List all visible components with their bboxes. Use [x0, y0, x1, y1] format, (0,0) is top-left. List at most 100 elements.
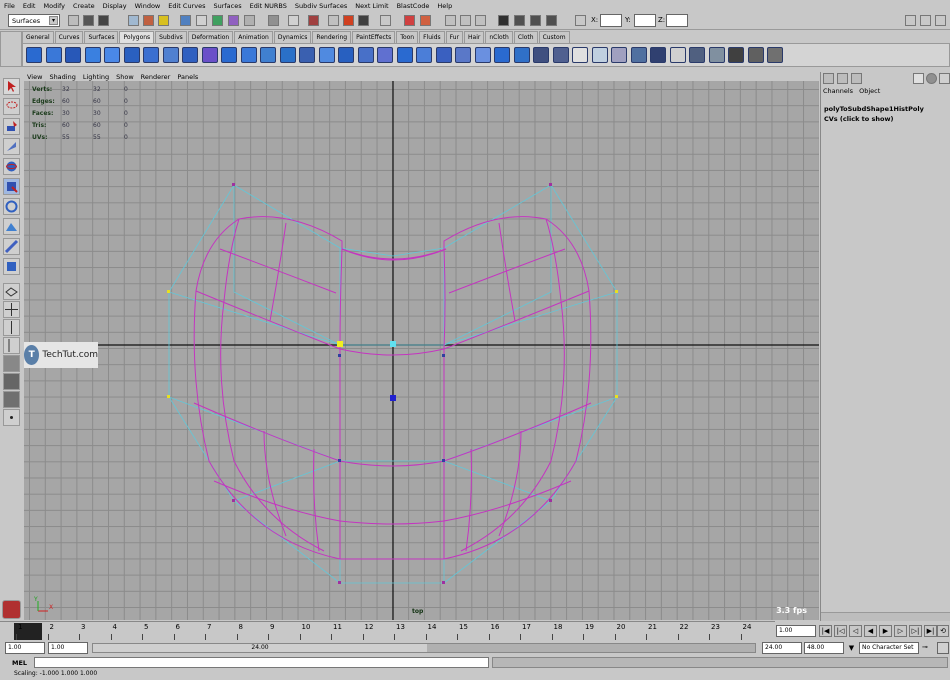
step-forward-key-icon[interactable]: ▷|	[909, 625, 922, 637]
step-forward-frame-icon[interactable]: ▷	[894, 625, 907, 637]
panel-menu-view[interactable]: View	[27, 73, 42, 81]
transform-icon[interactable]	[575, 15, 586, 26]
layer-editor-icon[interactable]	[837, 73, 848, 84]
node-name[interactable]: polyToSubdShape1HistPoly	[824, 104, 950, 114]
persp-outliner-layout-icon[interactable]	[3, 337, 20, 354]
shelf-tab-dynamics[interactable]: Dynamics	[273, 31, 312, 43]
channel-box-scrollbar[interactable]	[821, 612, 950, 621]
extrude-icon[interactable]	[767, 47, 783, 63]
merge-vertex-icon[interactable]	[650, 47, 666, 63]
shelf-tab-surfaces[interactable]: Surfaces	[84, 31, 119, 43]
layout-two-icon[interactable]	[514, 15, 525, 26]
graph-editor-layout-icon[interactable]	[3, 355, 20, 372]
layout-options-icon[interactable]	[3, 409, 20, 426]
menu-edit-curves[interactable]: Edit Curves	[168, 2, 205, 10]
attribute-editor-icon[interactable]	[445, 15, 456, 26]
select-tool-icon[interactable]	[3, 78, 20, 95]
mel-label[interactable]: MEL	[12, 659, 27, 667]
select-object-icon[interactable]	[143, 15, 154, 26]
loop-icon[interactable]: ⟲	[937, 625, 949, 637]
list-icon[interactable]	[851, 73, 862, 84]
anim-layer-icon[interactable]	[939, 73, 950, 84]
poly-helix-icon[interactable]	[201, 47, 218, 63]
poly-cylinder-icon[interactable]	[65, 47, 81, 63]
shelf-tab-painteffects[interactable]: PaintEffects	[352, 31, 396, 43]
scale-tool-icon[interactable]	[3, 178, 20, 195]
panel-menu-show[interactable]: Show	[116, 73, 134, 81]
top-viewport[interactable]: Verts: 32 32 0 Edges: 60 60 0 Faces: 30 30 0 Tris: 60…	[24, 81, 819, 620]
poly-cube-icon[interactable]	[45, 47, 62, 63]
mel-input[interactable]	[34, 657, 489, 668]
menu-create[interactable]: Create	[73, 2, 95, 10]
show-manip-tool-icon[interactable]	[3, 238, 20, 255]
menu-set-select[interactable]: Surfaces ▾	[8, 14, 60, 27]
playback-end-field[interactable]: 24.00	[762, 642, 802, 654]
time-slider[interactable]: 1 2 3 4 5 6 7 8 9 10 11 12 13 14 15 16 17 18 19 20 21 22 23 24	[0, 621, 775, 640]
object-menu[interactable]: Object	[859, 87, 880, 95]
y-field[interactable]	[634, 14, 656, 27]
universal-manip-icon[interactable]	[3, 198, 20, 215]
animation-start-field[interactable]: 1.00	[5, 642, 45, 654]
separate-icon[interactable]	[279, 47, 296, 63]
shelf-tab-cloth[interactable]: Cloth	[513, 31, 538, 43]
poly-prism-icon[interactable]	[143, 47, 159, 63]
flip-triangle-icon[interactable]	[513, 47, 530, 63]
shelf-tab-custom[interactable]: Custom	[538, 31, 570, 43]
menu-edit[interactable]: Edit	[23, 2, 36, 10]
channel-box-icon[interactable]	[823, 73, 834, 84]
menu-window[interactable]: Window	[135, 2, 161, 10]
layout-persp-icon[interactable]	[546, 15, 557, 26]
menu-surfaces[interactable]: Surfaces	[213, 2, 241, 10]
new-scene-icon[interactable]	[68, 15, 79, 26]
snap-point-icon[interactable]	[212, 15, 223, 26]
menu-file[interactable]: File	[4, 2, 15, 10]
snap-grid-icon[interactable]	[180, 15, 191, 26]
lasso-tool-icon[interactable]	[3, 98, 20, 115]
combine-icon[interactable]	[260, 47, 276, 63]
wedge-face-icon[interactable]	[572, 47, 588, 63]
panel-menu-renderer[interactable]: Renderer	[141, 73, 171, 81]
shelf-tab-toon[interactable]: Toon	[396, 31, 419, 43]
smooth-icon[interactable]	[338, 47, 354, 63]
render-icon[interactable]	[328, 15, 339, 26]
cvs-link[interactable]: CVs (click to show)	[824, 114, 950, 124]
booleans-icon[interactable]	[318, 47, 335, 63]
single-perspective-layout-icon[interactable]	[3, 283, 20, 300]
move-tool-icon[interactable]	[3, 138, 20, 155]
connect-components-icon[interactable]	[611, 47, 627, 63]
outliner-layout-icon[interactable]	[3, 391, 20, 408]
show-hide-attr-icon[interactable]	[905, 15, 916, 26]
auto-key-icon[interactable]: ⊸	[922, 643, 934, 654]
snap-view-plane-icon[interactable]	[228, 15, 239, 26]
add-divisions-icon[interactable]	[474, 47, 491, 63]
go-to-start-icon[interactable]: |◀	[819, 625, 832, 637]
shelf-tab-rendering[interactable]: Rendering	[312, 31, 352, 43]
range-handle[interactable]: 24.00	[93, 644, 427, 652]
step-back-key-icon[interactable]: |◁	[834, 625, 847, 637]
shelf-tab-animation[interactable]: Animation	[234, 31, 273, 43]
poly-pipe-icon[interactable]	[182, 47, 198, 63]
cut-faces-icon[interactable]	[396, 47, 413, 63]
duplicate-face-icon[interactable]	[591, 47, 608, 63]
snap-curve-icon[interactable]	[196, 15, 207, 26]
paint-select-tool-icon[interactable]	[3, 118, 20, 135]
preferences-icon[interactable]	[937, 642, 949, 654]
panel-menu-panels[interactable]: Panels	[177, 73, 198, 81]
channel-box-toggle-icon[interactable]	[475, 15, 486, 26]
average-vertices-icon[interactable]	[357, 47, 374, 63]
play-backward-icon[interactable]: ◀	[864, 625, 877, 637]
playback-start-field[interactable]: 1.00	[48, 642, 88, 654]
attr-icon[interactable]	[913, 73, 924, 84]
menu-edit-nurbs[interactable]: Edit NURBS	[250, 2, 287, 10]
current-frame-field[interactable]: 1.00	[776, 625, 816, 637]
channels-menu[interactable]: Channels	[823, 87, 853, 95]
poly-torus-icon[interactable]	[123, 47, 140, 63]
shelf-tab-general[interactable]: General	[22, 31, 54, 43]
shelf-tab-curves[interactable]: Curves	[54, 31, 84, 43]
range-track[interactable]: 24.00	[92, 643, 756, 653]
chamfer-icon[interactable]	[708, 47, 725, 63]
shelf-tab-fluids[interactable]: Fluids	[419, 31, 445, 43]
layout-four-icon[interactable]	[530, 15, 541, 26]
shelf-menu-button[interactable]	[0, 31, 22, 67]
panel-menu-lighting[interactable]: Lighting	[83, 73, 109, 81]
